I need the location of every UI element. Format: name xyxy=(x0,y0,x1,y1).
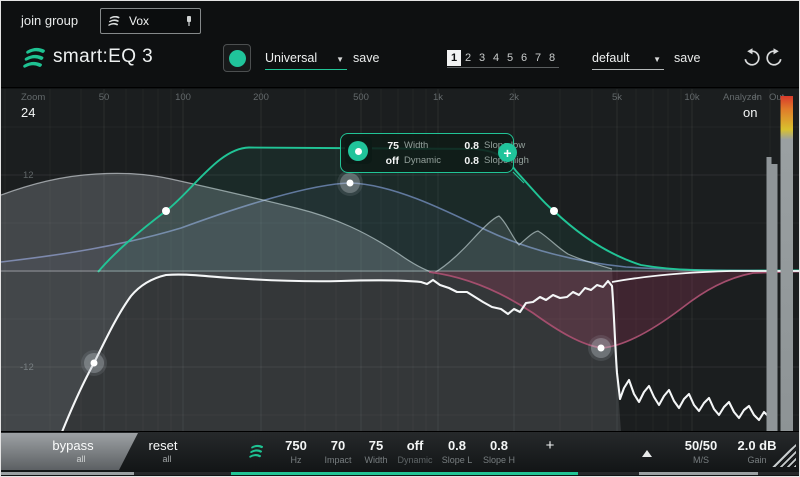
record-dot-icon xyxy=(228,49,246,67)
band-slope-low-value[interactable]: 0.8 xyxy=(457,140,479,152)
pattern-2[interactable]: 2 xyxy=(461,50,475,66)
param-slope-l-value[interactable]: 0.8 xyxy=(435,438,479,453)
preset-save-button[interactable]: save xyxy=(674,51,700,65)
redo-icon[interactable] xyxy=(764,48,784,68)
profile-value: Universal xyxy=(265,51,318,65)
teal-slope-high-handle[interactable] xyxy=(550,207,558,215)
expand-triangle-icon[interactable] xyxy=(642,450,652,457)
profile-select[interactable]: Universal ▼ xyxy=(265,51,347,70)
pattern-7[interactable]: 7 xyxy=(531,50,545,66)
param-hz-value[interactable]: 750 xyxy=(274,438,318,453)
profile-underline xyxy=(265,69,347,70)
band-slope-high-value[interactable]: 0.8 xyxy=(457,155,479,167)
group-name: Vox xyxy=(129,14,150,28)
pattern-1[interactable]: 1 xyxy=(447,49,461,66)
out-meter-bar xyxy=(780,96,793,431)
param-slope-h-value[interactable]: 0.8 xyxy=(477,438,521,453)
footer-underline-strip xyxy=(1,472,799,475)
teal-slope-low-handle[interactable] xyxy=(162,207,170,215)
group-select[interactable]: Vox xyxy=(100,8,201,34)
app-title: smart:EQ 3 xyxy=(53,46,154,67)
profile-save-button[interactable]: save xyxy=(353,51,379,65)
pattern-4[interactable]: 4 xyxy=(489,50,503,66)
sonible-logo-icon xyxy=(23,47,45,68)
reset-scope: all xyxy=(162,454,172,464)
chevron-down-icon: ▼ xyxy=(336,55,344,64)
bypass-underline xyxy=(1,472,134,475)
band-tooltip: 75 Width 0.8 Slope low off Dynamic 0.8 S… xyxy=(340,133,529,173)
param-width-value[interactable]: 75 xyxy=(354,438,398,453)
undo-icon[interactable] xyxy=(742,48,762,68)
preset-underline xyxy=(592,69,664,70)
reset-button[interactable]: reset xyxy=(149,438,178,453)
pattern-8[interactable]: 8 xyxy=(545,50,559,66)
pattern-selector: 1 2 3 4 5 6 7 8 xyxy=(447,48,559,68)
band-width-label: Width xyxy=(404,140,429,151)
pattern-3[interactable]: 3 xyxy=(475,50,489,66)
preset-value: default xyxy=(592,51,630,65)
band-dynamic-value[interactable]: off xyxy=(377,155,399,167)
band-width-value[interactable]: 75 xyxy=(377,140,399,152)
add-band-footer-button[interactable]: + xyxy=(528,437,572,454)
param-dynamic-value[interactable]: off xyxy=(393,438,437,453)
band-wave-icon xyxy=(249,444,263,458)
plugin-window: join group Vox smart:EQ 3 Universal ▼ sa… xyxy=(0,0,800,477)
footer-bar: bypass all reset all 750 Hz 70 Impact 75… xyxy=(1,431,799,472)
in-meter-bar xyxy=(766,164,778,431)
ms-label: M/S xyxy=(692,455,709,465)
gain-value[interactable]: 2.0 dB xyxy=(735,438,779,453)
handle-dot-icon xyxy=(354,147,362,155)
pattern-5[interactable]: 5 xyxy=(503,50,517,66)
band-dynamic-label: Dynamic xyxy=(404,155,441,166)
chevron-down-icon: ▼ xyxy=(653,55,661,64)
record-button[interactable] xyxy=(223,44,251,72)
param-slope-h-label: Slope H xyxy=(482,455,516,465)
bypass-scope: all xyxy=(76,454,86,464)
ms-value[interactable]: 50/50 xyxy=(679,438,723,453)
sonible-wave-icon xyxy=(108,15,120,26)
header-bar: join group Vox smart:EQ 3 Universal ▼ sa… xyxy=(1,1,799,88)
band-underline xyxy=(231,472,578,475)
join-group-label: join group xyxy=(21,13,79,28)
group-link-icon xyxy=(187,16,191,26)
pattern-6[interactable]: 6 xyxy=(517,50,531,66)
lowcut-band-handle[interactable] xyxy=(81,350,107,376)
eq-graph[interactable]: Zoom 24 50 100 200 500 1k 2k 5k 10k Anal… xyxy=(1,89,799,431)
teal-band-handle[interactable] xyxy=(348,141,368,161)
bypass-label: bypass xyxy=(52,438,94,453)
preset-select[interactable]: default ▼ xyxy=(592,51,664,70)
blue-band-handle[interactable] xyxy=(337,170,363,196)
output-underline xyxy=(639,472,758,475)
add-band-button[interactable]: + xyxy=(498,143,517,162)
pink-band-handle[interactable] xyxy=(588,335,614,361)
